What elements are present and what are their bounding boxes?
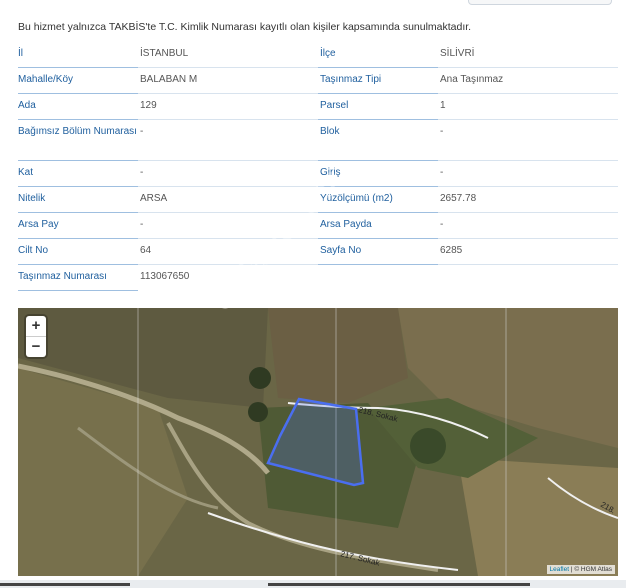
value-il: İSTANBUL <box>138 42 318 68</box>
table-row: Bağımsız Bölüm Numarası - Blok - <box>18 120 618 161</box>
table-row: Mahalle/Köy BALABAN M Taşınmaz Tipi Ana … <box>18 68 618 94</box>
table-row: Taşınmaz Numarası 113067650 <box>18 265 618 291</box>
tree <box>410 428 446 464</box>
label-kat: Kat <box>18 161 138 187</box>
value-bagimsiz-bolum: - <box>138 120 318 161</box>
value-kat: - <box>138 161 318 187</box>
label-parsel: Parsel <box>318 94 438 120</box>
label-blok: Blok <box>318 120 438 161</box>
attribution-text: | © HGM Atlas <box>569 566 612 573</box>
value-tasinmaz-numarasi: 113067650 <box>140 271 190 282</box>
tree <box>248 402 268 422</box>
table-row: Cilt No 64 Sayfa No 6285 <box>18 239 618 265</box>
value-blok: - <box>438 120 618 161</box>
page-scrollbar[interactable] <box>0 580 626 588</box>
label-tasinmaz-tipi: Taşınmaz Tipi <box>318 68 438 94</box>
table-row: Arsa Pay - Arsa Payda - <box>18 213 618 239</box>
parcel-map[interactable]: 218. Sokak 217. Sokak 218. + − Leaflet |… <box>18 308 618 576</box>
label-cilt-no: Cilt No <box>18 239 138 265</box>
zoom-control: + − <box>26 316 46 357</box>
label-ada: Ada <box>18 94 138 120</box>
value-parsel: 1 <box>438 94 618 120</box>
value-arsa-payda: - <box>438 213 618 239</box>
zoom-out-button[interactable]: − <box>26 336 46 357</box>
scrollbar-thumb[interactable] <box>268 583 530 586</box>
label-mahalle: Mahalle/Köy <box>18 68 138 94</box>
value-sayfa-no: 6285 <box>438 239 618 265</box>
table-row: Kat - Giriş - <box>18 161 618 187</box>
table-row: Nitelik ARSA Yüzölçümü (m2) 2657.78 <box>18 187 618 213</box>
table-row: Ada 129 Parsel 1 <box>18 94 618 120</box>
value-cilt-no: 64 <box>138 239 318 265</box>
label-arsa-pay: Arsa Pay <box>18 213 138 239</box>
satellite-imagery: 218. Sokak 217. Sokak 218. <box>18 308 618 576</box>
value-yuzolcumu: 2657.78 <box>438 187 618 213</box>
leaflet-link[interactable]: Leaflet <box>550 566 570 573</box>
label-nitelik: Nitelik <box>18 187 138 213</box>
map-attribution: Leaflet | © HGM Atlas <box>546 565 615 574</box>
value-arsa-pay: - <box>138 213 318 239</box>
label-ilce: İlçe <box>318 42 438 68</box>
table-row: İl İSTANBUL İlçe SİLİVRİ <box>18 42 618 68</box>
value-nitelik: ARSA <box>138 187 318 213</box>
value-tasinmaz-tipi: Ana Taşınmaz <box>438 68 618 94</box>
label-arsa-payda: Arsa Payda <box>318 213 438 239</box>
value-ada: 129 <box>138 94 318 120</box>
top-toolbar-fragment <box>468 0 612 5</box>
field-southeast <box>458 458 618 576</box>
label-yuzolcumu: Yüzölçümü (m2) <box>318 187 438 213</box>
service-notice: Bu hizmet yalnızca TAKBİS'te T.C. Kimlik… <box>18 21 472 33</box>
label-bagimsiz-bolum: Bağımsız Bölüm Numarası <box>18 120 138 161</box>
property-info-table: İl İSTANBUL İlçe SİLİVRİ Mahalle/Köy BAL… <box>18 42 618 291</box>
tree <box>249 367 271 389</box>
scrollbar-thumb[interactable] <box>0 583 130 586</box>
zoom-in-button[interactable]: + <box>26 316 46 336</box>
label-sayfa-no: Sayfa No <box>318 239 438 265</box>
label-tasinmaz-numarasi: Taşınmaz Numarası <box>18 265 138 291</box>
label-giris: Giriş <box>318 161 438 187</box>
value-ilce: SİLİVRİ <box>438 42 618 68</box>
label-il: İl <box>18 42 138 68</box>
value-giris: - <box>438 161 618 187</box>
value-mahalle: BALABAN M <box>138 68 318 94</box>
